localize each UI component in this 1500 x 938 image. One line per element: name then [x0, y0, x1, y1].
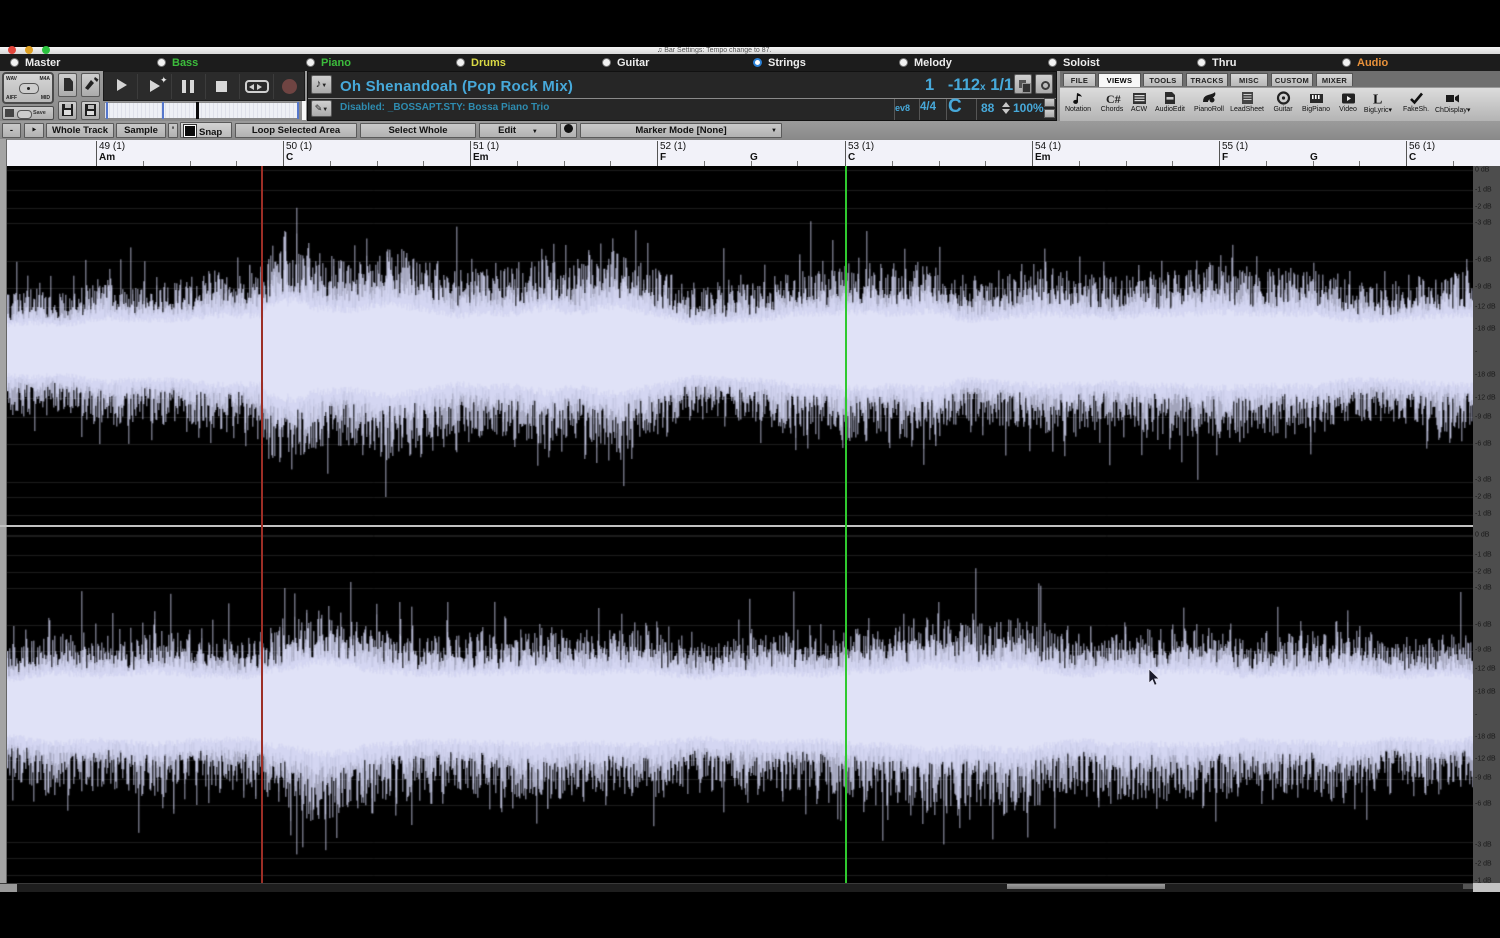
svg-text:L: L [1373, 93, 1382, 107]
svg-text:C#|: C#| [1106, 92, 1121, 106]
